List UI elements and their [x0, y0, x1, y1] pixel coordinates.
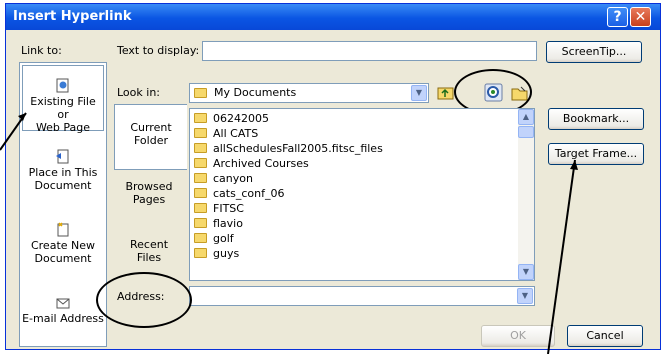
annotation-arrows [0, 112, 578, 354]
annotation-arrow-target-frame [547, 159, 576, 354]
annotation-arrowhead-link-to [18, 113, 26, 121]
